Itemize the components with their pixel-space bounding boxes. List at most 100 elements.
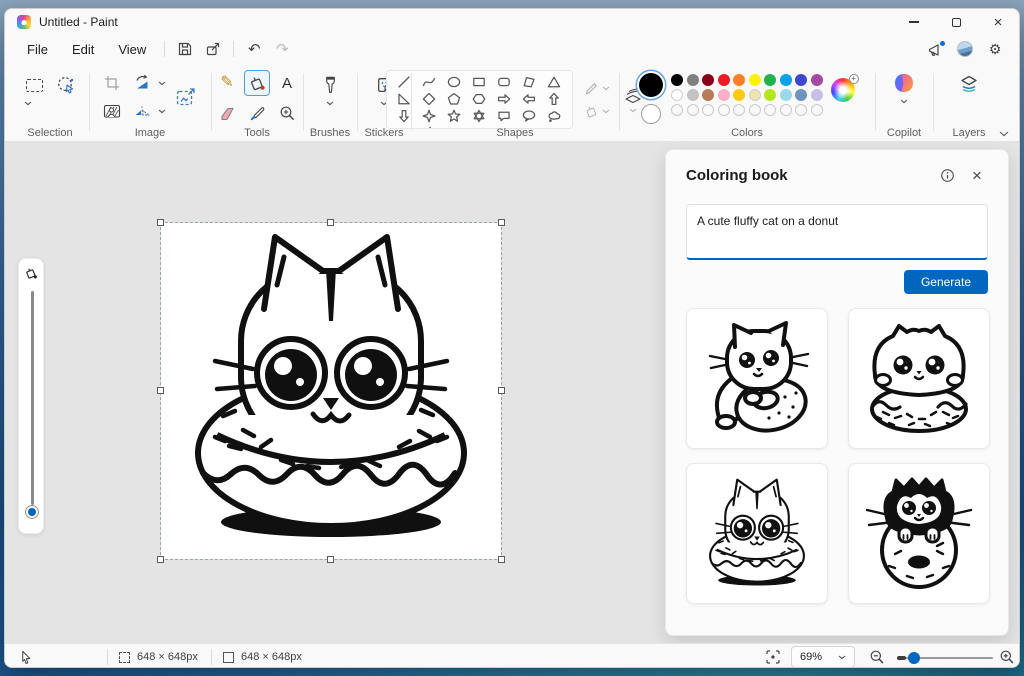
maximize-button[interactable]: [935, 9, 977, 35]
shape-hexagon[interactable]: [468, 91, 490, 106]
undo-button[interactable]: ↶: [240, 37, 268, 61]
selection-handle-w[interactable]: [157, 387, 164, 394]
shape-six-point-star[interactable]: [468, 108, 490, 123]
menu-view[interactable]: View: [106, 39, 158, 60]
panel-close-button[interactable]: ×: [966, 164, 988, 186]
palette-swatch[interactable]: [671, 74, 684, 86]
pencil-tool-button[interactable]: ✎: [214, 70, 240, 96]
shape-rectangle[interactable]: [468, 74, 490, 89]
foreground-color-swatch[interactable]: [639, 73, 664, 97]
shape-fill-icon[interactable]: [584, 104, 599, 119]
palette-swatch[interactable]: [795, 89, 808, 101]
shape-triangle[interactable]: [543, 74, 565, 89]
shape-outline-chevron[interactable]: [602, 86, 610, 91]
palette-swatch-empty[interactable]: [779, 104, 792, 116]
palette-swatch-empty[interactable]: [795, 104, 808, 116]
slider-thumb[interactable]: [25, 505, 39, 519]
shape-rounded-rectangle[interactable]: [493, 74, 515, 89]
brushes-button[interactable]: [317, 71, 343, 97]
shape-five-point-star[interactable]: [443, 108, 465, 123]
selection-handle-s[interactable]: [327, 556, 334, 563]
palette-swatch-empty[interactable]: [702, 104, 715, 116]
zoom-slider-thumb[interactable]: [908, 651, 920, 664]
background-color-swatch[interactable]: [641, 104, 662, 124]
info-button[interactable]: [936, 164, 958, 186]
palette-swatch[interactable]: [764, 89, 777, 101]
selection-handle-se[interactable]: [498, 556, 505, 563]
text-tool-button[interactable]: A: [274, 70, 300, 96]
canvas[interactable]: [157, 219, 505, 563]
shape-arrow-right[interactable]: [493, 91, 515, 106]
flip-button[interactable]: [129, 98, 155, 124]
rotate-dropdown-chevron[interactable]: [158, 81, 166, 86]
edit-colors-button[interactable]: +: [830, 74, 859, 102]
collapse-ribbon-button[interactable]: [999, 131, 1009, 137]
palette-swatch[interactable]: [779, 74, 792, 86]
palette-swatch[interactable]: [795, 74, 808, 86]
palette-swatch-empty[interactable]: [717, 104, 730, 116]
crop-button[interactable]: [99, 70, 125, 96]
zoom-out-button[interactable]: [869, 644, 885, 667]
palette-swatch[interactable]: [748, 89, 761, 101]
magnifier-tool-button[interactable]: [274, 100, 300, 126]
palette-swatch[interactable]: [702, 89, 715, 101]
selection-dropdown-chevron[interactable]: [24, 101, 32, 106]
menu-file[interactable]: File: [15, 39, 60, 60]
brushes-dropdown-chevron[interactable]: [326, 101, 334, 106]
generate-button[interactable]: Generate: [903, 270, 988, 294]
thumbnail-black-white-cat-behind-donut[interactable]: [848, 463, 990, 604]
rotate-button[interactable]: [129, 70, 155, 96]
account-avatar[interactable]: [957, 41, 973, 57]
selection-handle-nw[interactable]: [157, 219, 164, 226]
shape-arrow-down[interactable]: [393, 108, 415, 123]
palette-swatch[interactable]: [671, 89, 684, 101]
palette-swatch[interactable]: [779, 89, 792, 101]
palette-swatch-empty[interactable]: [764, 104, 777, 116]
palette-swatch[interactable]: [733, 74, 746, 86]
minimize-button[interactable]: [893, 9, 935, 35]
selection-handle-ne[interactable]: [498, 219, 505, 226]
fill-tool-button[interactable]: [244, 70, 270, 96]
shape-line[interactable]: [393, 74, 415, 89]
flip-dropdown-chevron[interactable]: [158, 109, 166, 114]
palette-swatch[interactable]: [686, 89, 699, 101]
resize-image-button[interactable]: [170, 81, 202, 113]
shape-outline-icon[interactable]: [584, 81, 599, 96]
palette-swatch[interactable]: [717, 89, 730, 101]
shape-arrow-up[interactable]: [543, 91, 565, 106]
palette-swatch-empty[interactable]: [748, 104, 761, 116]
shape-arrow-left[interactable]: [518, 91, 540, 106]
shape-diamond[interactable]: [418, 91, 440, 106]
shape-thought-bubble[interactable]: [543, 108, 565, 123]
eraser-tool-button[interactable]: [214, 100, 240, 126]
palette-swatch[interactable]: [702, 74, 715, 86]
palette-swatch[interactable]: [764, 74, 777, 86]
thumbnail-cat-in-donut[interactable]: [686, 463, 828, 604]
zoom-in-button[interactable]: [999, 644, 1015, 667]
palette-swatch-empty[interactable]: [671, 104, 684, 116]
shape-curve[interactable]: [418, 74, 440, 89]
remove-background-button[interactable]: [99, 98, 125, 124]
prompt-input[interactable]: A cute fluffy cat on a donut: [686, 204, 988, 260]
redo-button[interactable]: ↷: [268, 37, 296, 61]
settings-button[interactable]: ⚙: [981, 37, 1009, 61]
shape-four-point-star[interactable]: [418, 108, 440, 123]
copilot-dropdown-chevron[interactable]: [900, 99, 908, 104]
shape-right-triangle[interactable]: [393, 91, 415, 106]
menu-edit[interactable]: Edit: [60, 39, 106, 60]
thumbnail-fluffy-cat-on-donut[interactable]: [848, 308, 990, 449]
free-select-button[interactable]: [53, 72, 79, 98]
palette-swatch[interactable]: [810, 89, 823, 101]
shape-speech-bubble[interactable]: [493, 108, 515, 123]
share-button[interactable]: [199, 37, 227, 61]
rectangle-select-button[interactable]: [21, 72, 47, 98]
shape-polygon[interactable]: [518, 74, 540, 89]
palette-swatch[interactable]: [717, 74, 730, 86]
palette-swatch-empty[interactable]: [686, 104, 699, 116]
palette-swatch[interactable]: [686, 74, 699, 86]
save-button[interactable]: [171, 37, 199, 61]
close-button[interactable]: ×: [977, 9, 1019, 35]
shape-oval[interactable]: [443, 74, 465, 89]
copilot-button[interactable]: [891, 70, 917, 96]
fit-to-screen-button[interactable]: [765, 644, 781, 667]
